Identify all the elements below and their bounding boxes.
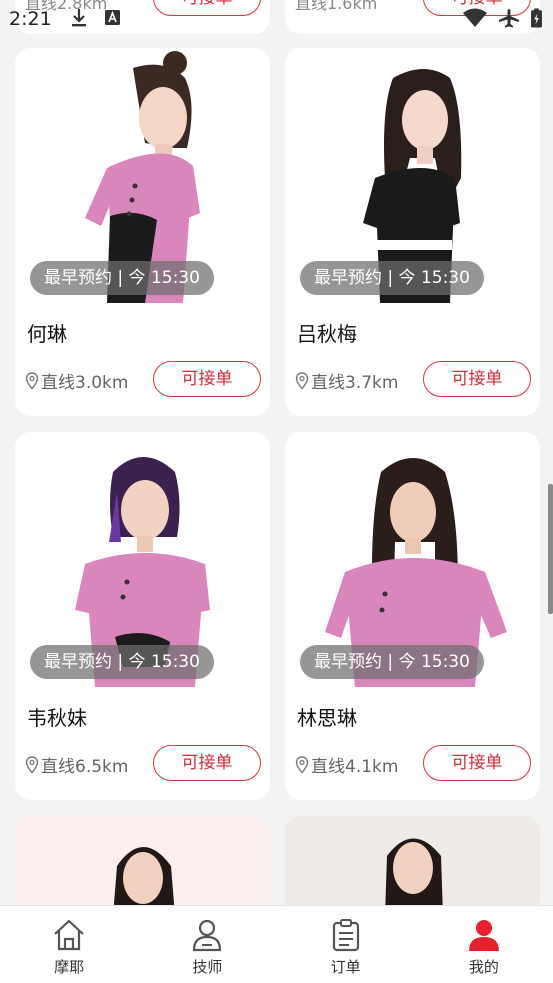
technician-name: 吕秋梅 — [297, 322, 357, 346]
distance-info: 直线4.1km — [295, 752, 398, 777]
technician-card[interactable]: 最早预约 | 今 15:30 何琳 直线3.0km 可接单 — [15, 48, 270, 416]
scrollbar-thumb[interactable] — [548, 484, 553, 614]
battery-icon — [531, 8, 542, 28]
accept-order-button[interactable]: 可接单 — [423, 361, 531, 397]
status-bar: 2:21 — [0, 0, 553, 36]
technician-photo — [15, 816, 270, 916]
tab-label: 摩耶 — [54, 958, 85, 976]
technician-name: 林思琳 — [297, 706, 357, 730]
technician-name: 何琳 — [27, 322, 67, 346]
tab-label: 我的 — [468, 958, 499, 976]
earliest-booking-badge: 最早预约 | 今 15:30 — [300, 645, 484, 679]
bottom-tab-bar: 摩耶 技师 订单 我的 — [0, 905, 553, 983]
distance-text: 直线4.1km — [311, 757, 399, 777]
distance-text: 直线3.7km — [311, 373, 399, 393]
wifi-icon — [463, 8, 487, 27]
airplane-icon — [499, 9, 519, 28]
earliest-booking-badge: 最早预约 | 今 15:30 — [30, 645, 214, 679]
keyboard-a-icon — [105, 10, 120, 25]
location-pin-icon — [25, 755, 39, 774]
clipboard-icon — [332, 919, 359, 952]
accept-order-button[interactable]: 可接单 — [423, 745, 531, 781]
technician-card[interactable]: 最早预约 | 今 15:30 吕秋梅 直线3.7km 可接单 — [285, 48, 540, 416]
distance-info: 直线6.5km — [25, 752, 128, 777]
accept-order-button[interactable]: 可接单 — [153, 361, 261, 397]
technician-card[interactable]: 最早预约 | 今 15:30 林思琳 直线4.1km 可接单 — [285, 432, 540, 800]
tab-label: 订单 — [330, 958, 361, 976]
distance-info: 直线3.0km — [25, 368, 128, 393]
distance-info: 直线3.7km — [295, 368, 398, 393]
app-screen: 直线2.8km 可接单 直线1.6km 可接单 2:21 — [0, 0, 553, 983]
location-pin-icon — [295, 755, 309, 774]
download-icon — [72, 9, 86, 27]
technician-card[interactable] — [285, 816, 540, 916]
person-icon — [468, 920, 499, 951]
technician-card[interactable] — [15, 816, 270, 916]
tab-label: 技师 — [192, 958, 223, 976]
earliest-booking-badge: 最早预约 | 今 15:30 — [300, 261, 484, 295]
technician-name: 韦秋妹 — [27, 706, 87, 730]
tab-orders[interactable]: 订单 — [277, 906, 415, 983]
accept-order-button[interactable]: 可接单 — [153, 745, 261, 781]
earliest-booking-badge: 最早预约 | 今 15:30 — [30, 261, 214, 295]
tab-mine[interactable]: 我的 — [415, 906, 553, 983]
distance-text: 直线6.5km — [41, 757, 129, 777]
location-pin-icon — [25, 371, 39, 390]
home-icon — [54, 919, 84, 951]
distance-text: 直线3.0km — [41, 373, 129, 393]
technician-photo — [285, 816, 540, 916]
tab-technicians[interactable]: 技师 — [138, 906, 276, 983]
tab-moye[interactable]: 摩耶 — [0, 906, 138, 983]
technician-icon — [193, 919, 222, 952]
technician-card[interactable]: 最早预约 | 今 15:30 韦秋妹 直线6.5km 可接单 — [15, 432, 270, 800]
location-pin-icon — [295, 371, 309, 390]
status-time: 2:21 — [9, 8, 52, 30]
